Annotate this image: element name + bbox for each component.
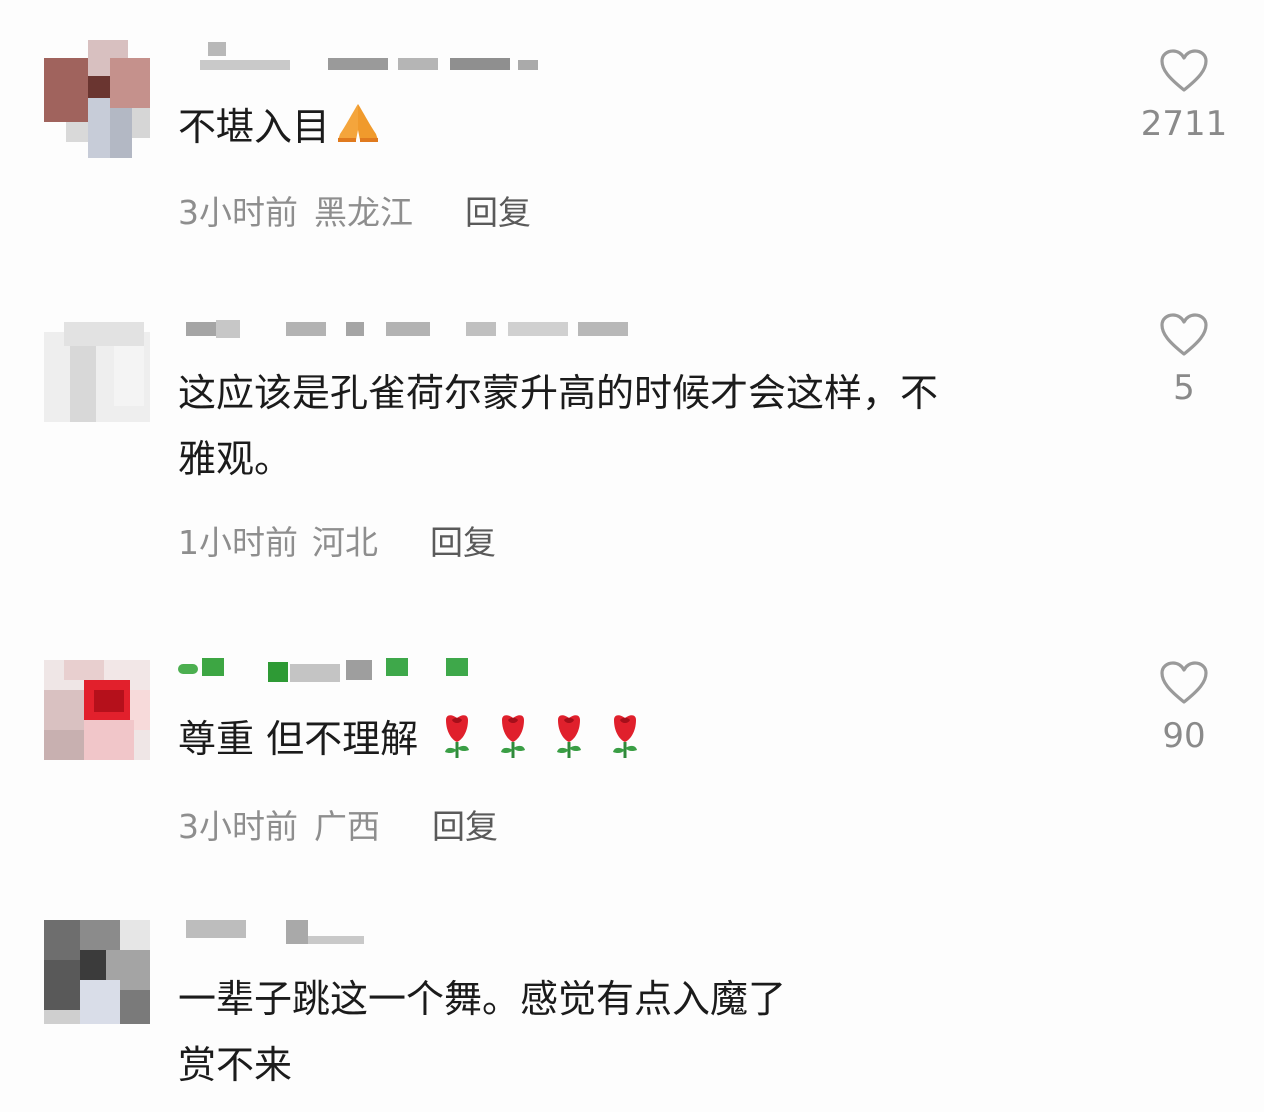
reply-button[interactable]: 回复 bbox=[432, 807, 498, 846]
comment-meta: 3小时前 广西 回复 bbox=[178, 800, 498, 848]
reply-button[interactable]: 回复 bbox=[430, 523, 496, 562]
comment-time: 1小时前 bbox=[178, 523, 298, 562]
comment-text-line: 尊重 但不理解 bbox=[178, 717, 419, 761]
rose-emoji-icon bbox=[445, 715, 470, 758]
comment-meta: 1小时前 河北 回复 bbox=[178, 516, 496, 564]
avatar[interactable] bbox=[44, 322, 150, 440]
rose-emoji-icon bbox=[613, 715, 638, 758]
like-count: 5 bbox=[1173, 368, 1195, 408]
comment-text-line: 雅观。 bbox=[178, 437, 293, 481]
folded-hands-emoji-icon bbox=[338, 104, 379, 142]
reply-button[interactable]: 回复 bbox=[465, 193, 531, 232]
like-button[interactable]: 90 bbox=[1128, 660, 1240, 756]
username-obscured[interactable] bbox=[178, 658, 478, 688]
heart-icon bbox=[1160, 49, 1208, 92]
username-obscured[interactable] bbox=[178, 918, 398, 948]
like-button[interactable]: 5 bbox=[1128, 312, 1240, 408]
username-obscured[interactable] bbox=[178, 320, 638, 350]
comment-time: 3小时前 bbox=[178, 807, 298, 846]
avatar[interactable] bbox=[44, 40, 150, 158]
comment-text-line: 一辈子跳这一个舞。感觉有点入魔了 bbox=[178, 977, 787, 1021]
comment-text: 一辈子跳这一个舞。感觉有点入魔了 赏不来 bbox=[178, 966, 786, 1098]
comment-location: 黑龙江 bbox=[314, 193, 413, 232]
comment-text-line: 不堪入目 bbox=[178, 105, 331, 149]
avatar[interactable] bbox=[44, 920, 150, 1024]
comment-text: 这应该是孔雀荷尔蒙升高的时候才会这样，不 雅观。 bbox=[178, 360, 938, 492]
like-count: 2711 bbox=[1140, 104, 1228, 144]
comment-text-line: 这应该是孔雀荷尔蒙升高的时候才会这样，不 bbox=[178, 371, 939, 415]
comment-meta: 3小时前 黑龙江 回复 bbox=[178, 186, 531, 234]
heart-icon bbox=[1160, 661, 1208, 704]
like-count: 90 bbox=[1162, 716, 1206, 756]
comment-text: 不堪入目 bbox=[178, 94, 382, 160]
comment-text-line: 赏不来 bbox=[178, 1043, 293, 1087]
avatar[interactable] bbox=[44, 660, 150, 760]
username-obscured[interactable] bbox=[178, 42, 558, 72]
comment-time: 3小时前 bbox=[178, 193, 298, 232]
rose-emoji-icon bbox=[557, 715, 582, 758]
rose-emoji-icon bbox=[501, 715, 526, 758]
comment-text: 尊重 但不理解 bbox=[178, 706, 642, 772]
heart-icon bbox=[1160, 313, 1208, 356]
comment-location: 广西 bbox=[314, 807, 380, 846]
like-button[interactable]: 2711 bbox=[1128, 48, 1240, 144]
comment-list: 不堪入目 3小时前 黑龙江 回复 2711 这应该是孔雀荷尔蒙升高的时候才会这样… bbox=[0, 0, 1264, 1112]
comment-location: 河北 bbox=[312, 523, 378, 562]
